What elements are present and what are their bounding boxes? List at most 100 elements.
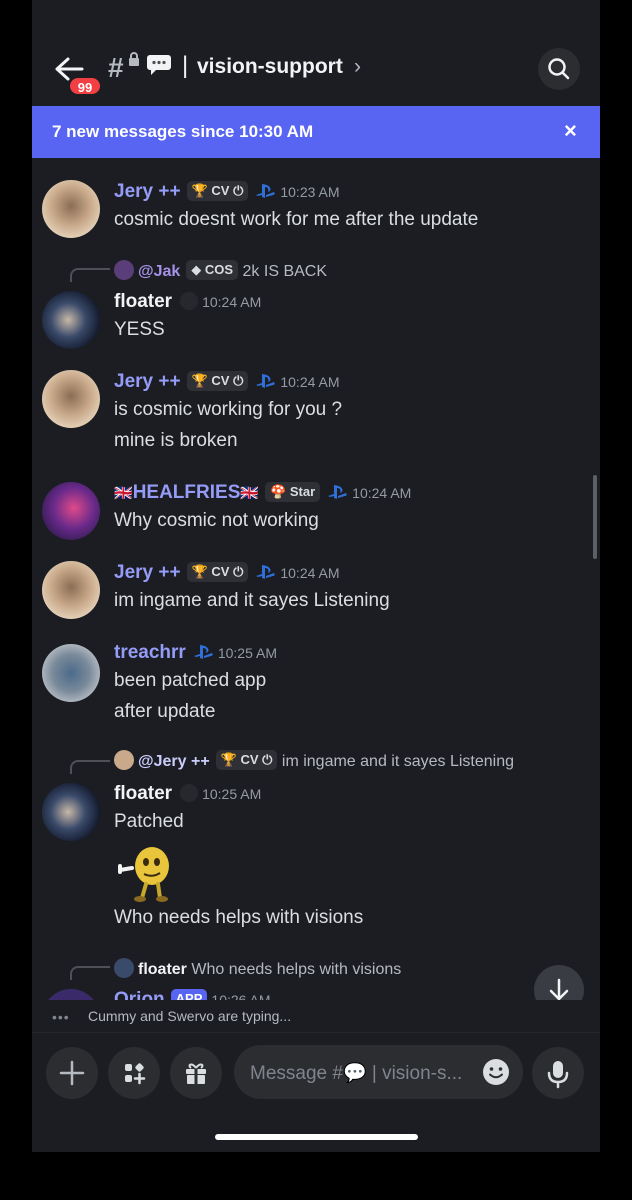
playstation-icon: [256, 565, 276, 579]
close-icon[interactable]: ×: [564, 118, 577, 144]
reply-author: floater: [138, 961, 187, 978]
uk-flag-icon: 🇬🇧: [240, 485, 260, 502]
apps-button[interactable]: [108, 1047, 160, 1099]
hash-icon: #: [108, 52, 124, 83]
avatar: [114, 750, 134, 770]
plus-icon: [59, 1060, 85, 1086]
channel-header: 99 # | vision-support ›: [32, 0, 600, 106]
author-name[interactable]: Jery ++: [114, 371, 181, 392]
avatar[interactable]: [42, 370, 100, 428]
timestamp: 10:23 AM: [280, 184, 340, 200]
tag-label: CV: [211, 373, 230, 388]
chevron-right-icon[interactable]: ›: [354, 55, 361, 79]
message-text: cosmic doesnt work for me after the upda…: [114, 209, 479, 230]
microphone-icon: [547, 1061, 569, 1089]
speech-bubble-icon: [147, 55, 171, 75]
role-tag: 🏆 CV ⏻: [215, 750, 278, 770]
reply-connector: [70, 268, 110, 282]
timestamp: 10:25 AM: [217, 645, 277, 661]
role-tag: 🏆 CV ⏻: [186, 181, 249, 201]
avatar[interactable]: [42, 989, 100, 1000]
reply-author: @Jery ++: [138, 753, 210, 770]
home-indicator[interactable]: [215, 1134, 418, 1140]
tag-label: COS: [204, 262, 234, 277]
emoji-icon[interactable]: [481, 1057, 511, 1087]
message-input[interactable]: Message #💬 | vision-s...: [234, 1045, 523, 1099]
sticker-emoji[interactable]: [110, 840, 180, 904]
timestamp: 10:24 AM: [280, 374, 340, 390]
playstation-icon: [256, 184, 276, 198]
tag-label: CV: [240, 752, 259, 767]
tag-label: CV: [211, 183, 230, 198]
reply-connector: [70, 966, 110, 980]
reply-text: im ingame and it sayes Listening: [281, 753, 515, 770]
channel-name[interactable]: vision-support: [197, 55, 343, 79]
badge-icon: [180, 784, 199, 802]
reply-author: @Jak: [138, 263, 181, 280]
avatar[interactable]: [42, 561, 100, 619]
role-tag: 🏆 CV ⏻: [186, 562, 249, 582]
author-name[interactable]: treachrr: [114, 642, 186, 663]
playstation-icon: [328, 485, 347, 499]
reply-preview[interactable]: floater Who needs helps with visions: [114, 958, 401, 979]
scrollbar[interactable]: [593, 475, 597, 559]
timestamp: 10:24 AM: [280, 565, 340, 581]
message-text: is cosmic working for you ?: [114, 399, 343, 420]
message-text: been patched app: [114, 670, 267, 691]
typing-dots-icon: •••: [52, 1009, 70, 1025]
unread-badge: 99: [68, 76, 102, 96]
reply-preview[interactable]: @Jery ++ 🏆 CV ⏻ im ingame and it sayes Li…: [114, 750, 514, 771]
lock-icon: [129, 52, 139, 66]
app-screen: 99 # | vision-support › 7 new messages s…: [32, 0, 600, 1152]
author-name[interactable]: HEALFRIES: [133, 482, 241, 503]
author-name[interactable]: floater: [114, 291, 172, 312]
avatar[interactable]: [42, 180, 100, 238]
author-name[interactable]: Orion: [114, 989, 165, 1000]
avatar: [114, 260, 134, 280]
gift-icon: [186, 1063, 206, 1084]
apps-icon: [125, 1063, 146, 1085]
message-text: Who needs helps with visions: [114, 907, 364, 928]
playstation-icon: [193, 645, 213, 659]
add-attachment-button[interactable]: [46, 1047, 98, 1099]
badge-icon: [180, 292, 199, 310]
author-name[interactable]: floater: [114, 783, 172, 804]
uk-flag-icon: 🇬🇧: [114, 485, 133, 502]
reply-preview[interactable]: @Jak ◆ COS 2k IS BACK: [114, 260, 327, 281]
avatar[interactable]: [42, 644, 100, 702]
message-text: im ingame and it sayes Listening: [114, 590, 390, 611]
search-icon: [548, 58, 570, 80]
message[interactable]: floater Who needs helps with visions Ori…: [32, 956, 600, 1000]
message-text: mine is broken: [114, 430, 238, 451]
typing-text: Cummy and Swervo are typing...: [88, 1008, 292, 1024]
composer-bar: Message #💬 | vision-s...: [32, 1032, 600, 1152]
new-messages-text: 7 new messages since 10:30 AM: [52, 122, 314, 141]
tag-label: Star: [289, 484, 316, 499]
avatar[interactable]: [42, 291, 100, 349]
search-button[interactable]: [538, 48, 580, 90]
title-separator: |: [182, 52, 189, 79]
role-tag: 🏆 CV ⏻: [186, 371, 249, 391]
gift-button[interactable]: [170, 1047, 222, 1099]
reply-connector: [70, 760, 110, 774]
app-tag: APP: [170, 989, 208, 1000]
avatar: [114, 958, 134, 978]
timestamp: 10:24 AM: [202, 294, 262, 310]
timestamp: 10:26 AM: [211, 992, 271, 1000]
new-messages-banner[interactable]: 7 new messages since 10:30 AM ×: [32, 106, 600, 158]
message-placeholder: Message #💬 | vision-s...: [250, 1063, 463, 1084]
typing-indicator: ••• Cummy and Swervo are typing...: [32, 1000, 600, 1030]
message-text: Patched: [114, 811, 184, 832]
message-text: YESS: [114, 319, 165, 340]
avatar[interactable]: [42, 783, 100, 841]
message-text: after update: [114, 701, 216, 722]
role-tag: 🍄 Star: [265, 482, 321, 502]
reply-text: 2k IS BACK: [242, 263, 328, 280]
avatar[interactable]: [42, 482, 100, 540]
message-text: Why cosmic not working: [114, 510, 319, 531]
timestamp: 10:25 AM: [202, 786, 262, 802]
author-name[interactable]: Jery ++: [114, 181, 181, 202]
author-name[interactable]: Jery ++: [114, 562, 181, 583]
voice-message-button[interactable]: [532, 1047, 584, 1099]
role-tag: ◆ COS: [186, 260, 239, 280]
